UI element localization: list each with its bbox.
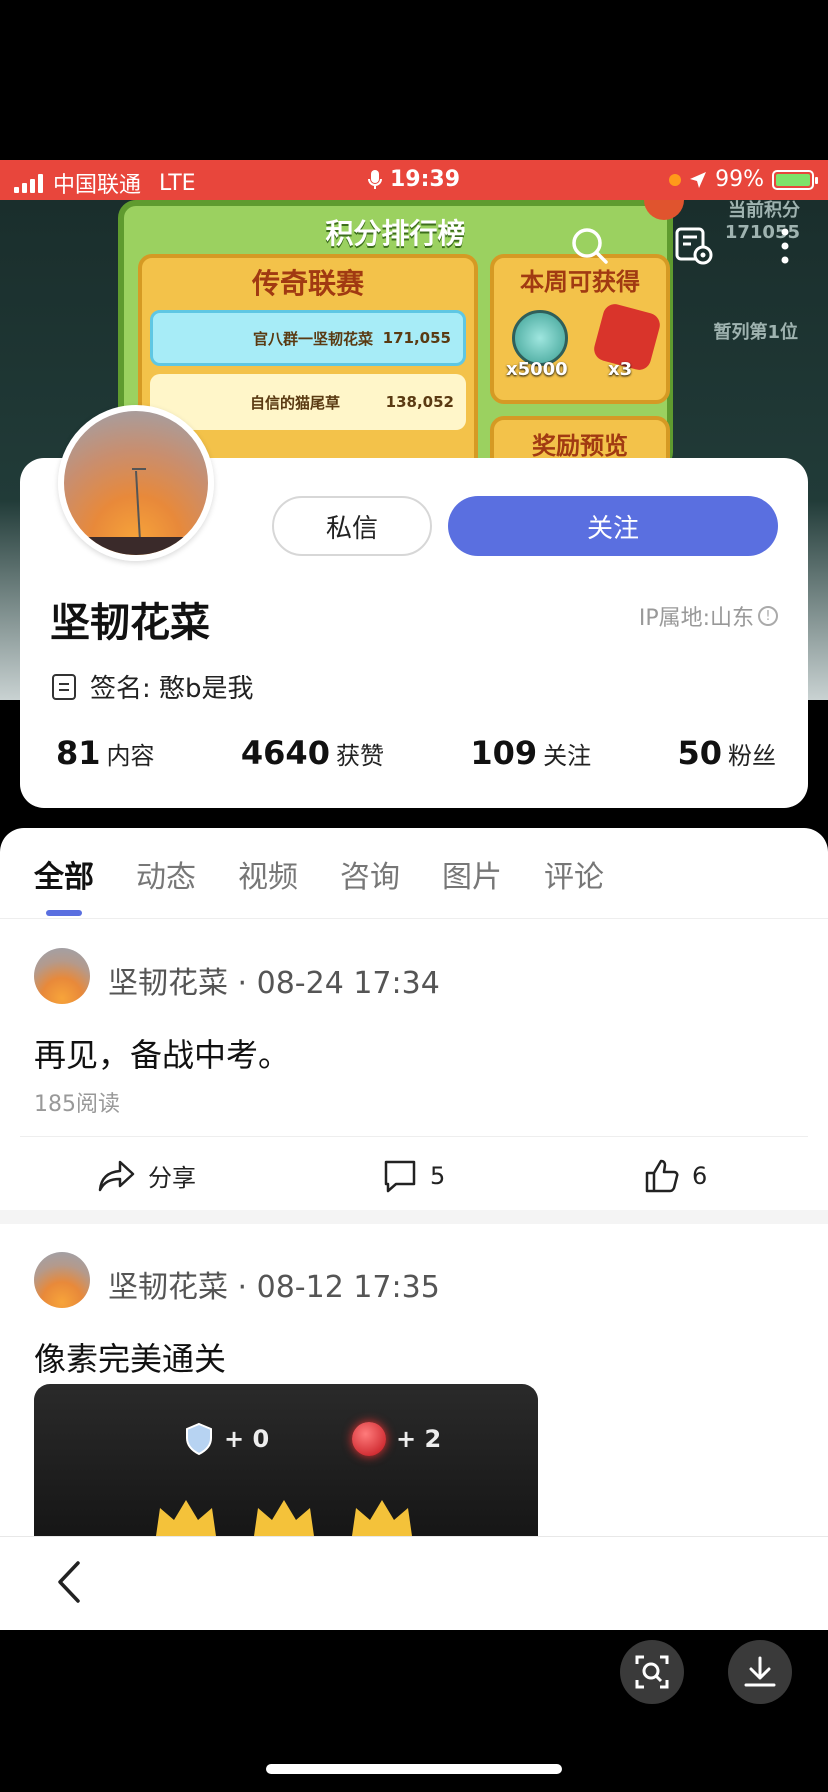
post-author[interactable]: 坚韧花菜 [108,1270,228,1305]
tab-news[interactable]: 咨询 [340,852,400,896]
post-actions: 分享 5 6 [0,1150,828,1198]
red-orb-icon [352,1422,386,1456]
chevron-left-icon[interactable] [50,1557,90,1607]
more-vert-icon[interactable] [770,224,800,268]
stat-number: 109 [470,734,538,772]
post-author[interactable]: 坚韧花菜 [108,966,228,1001]
stat-number: 50 [677,734,722,772]
message-button[interactable]: 私信 [272,496,432,556]
stat-number: 4640 [240,734,330,772]
battery-icon [772,169,818,190]
stat-content[interactable]: 81 内容 [56,734,155,772]
like-button[interactable]: 6 [644,1158,707,1194]
leaderboard-row-name: 自信的猫尾草 [250,393,341,412]
stat-likes[interactable]: 4640 获赞 [241,734,384,772]
tab-comments[interactable]: 评论 [544,852,604,896]
crown-icon [352,1500,412,1536]
content-tabs: 全部 动态 视频 咨询 图片 评论 [34,852,604,896]
reward-2-count: x3 [608,359,633,380]
battery-percent: 99% [715,167,764,192]
privacy-dot-icon [669,173,682,186]
info-icon[interactable]: ! [758,606,778,626]
weekly-reward-box: 本周可获得 x5000 x3 [490,254,670,404]
tab-all[interactable]: 全部 [34,852,94,896]
clock-reward-icon [512,310,568,366]
stat-label: 内容 [106,742,155,770]
share-icon [98,1160,135,1191]
stat-label: 关注 [543,742,592,770]
league-title: 传奇联赛 [251,267,364,300]
post-time: · 08-12 17:35 [237,1270,440,1305]
leaderboard-row-score: 171,055 [382,329,451,347]
ip-location[interactable]: IP属地:山东 ! [639,600,778,632]
bottom-nav [0,1536,828,1630]
leaderboard-row: 官八群一坚韧花菜 171,055 [150,310,466,366]
search-icon[interactable] [568,224,612,268]
status-right: 99% [669,167,818,192]
clock: 19:39 [389,167,461,192]
crown-icon [156,1500,216,1536]
post-meta: 坚韧花菜 · 08-24 17:34 [108,958,440,1002]
leaderboard-row-score: 138,052 [385,393,454,411]
stat-following[interactable]: 109 关注 [470,734,591,772]
scan-button[interactable] [620,1640,684,1704]
post-text[interactable]: 再见，备战中考。 [34,1030,290,1076]
tab-updates[interactable]: 动态 [136,852,196,896]
like-count: 6 [692,1162,708,1190]
tab-images[interactable]: 图片 [442,852,502,896]
stat-label: 获赞 [335,742,384,770]
stat-followers[interactable]: 50 粉丝 [677,734,776,772]
image-orb-stat: + 2 [352,1422,441,1456]
divider [0,918,828,919]
thumbs-up-icon [645,1159,679,1193]
follow-button[interactable]: 关注 [448,496,778,556]
post-avatar[interactable] [34,948,90,1004]
post-text[interactable]: 像素完美通关 [34,1334,226,1380]
crown-icon [254,1500,314,1536]
avatar[interactable] [58,405,214,561]
image-stat-2: + 2 [396,1425,442,1453]
shield-icon [186,1422,212,1456]
signature: 签名: 憨b是我 [52,668,254,705]
tab-indicator [46,910,82,916]
divider [20,1136,808,1137]
profile-stats: 81 内容 4640 获赞 109 关注 50 粉丝 [56,734,776,772]
location-arrow-icon [690,171,707,188]
share-label: 分享 [148,1164,196,1192]
current-score-label: 当前积分 [728,200,800,221]
stat-label: 粉丝 [728,742,776,770]
comment-button[interactable]: 5 [382,1158,445,1194]
stat-number: 81 [56,734,101,772]
comment-icon [384,1160,416,1193]
home-indicator[interactable] [266,1764,562,1774]
share-button[interactable]: 分享 [98,1158,196,1193]
scan-icon [635,1655,669,1689]
reward-1-count: x5000 [506,359,568,380]
leaderboard-row: 自信的猫尾草 138,052 [150,374,466,430]
post-image[interactable]: + 0 + 2 [34,1384,538,1536]
note-icon [52,673,76,700]
post-avatar[interactable] [34,1252,90,1308]
image-stat-1: + 0 [224,1425,270,1453]
tab-videos[interactable]: 视频 [238,852,298,896]
comment-count: 5 [430,1162,446,1190]
post-reads: 185阅读 [34,1092,120,1117]
signature-text: 签名: 憨b是我 [90,674,254,704]
ip-location-label: IP属地:山东 [638,606,754,631]
download-icon [744,1656,776,1687]
mic-icon [367,169,382,189]
profile-username: 坚韧花菜 [50,600,210,646]
download-button[interactable] [728,1640,792,1704]
leaderboard-row-name: 官八群一坚韧花菜 [253,329,374,348]
avatar-scene-icon [64,468,208,555]
post-meta: 坚韧花菜 · 08-12 17:35 [108,1262,440,1306]
image-shield-stat: + 0 [184,1422,269,1456]
section-gap [0,1210,828,1224]
rank-text: 暂列第1位 [713,322,798,343]
status-bar: 中国联通 LTE 19:39 99% [0,160,828,200]
screenshot-settings-icon[interactable] [672,224,716,268]
post-time: · 08-24 17:34 [237,966,440,1001]
